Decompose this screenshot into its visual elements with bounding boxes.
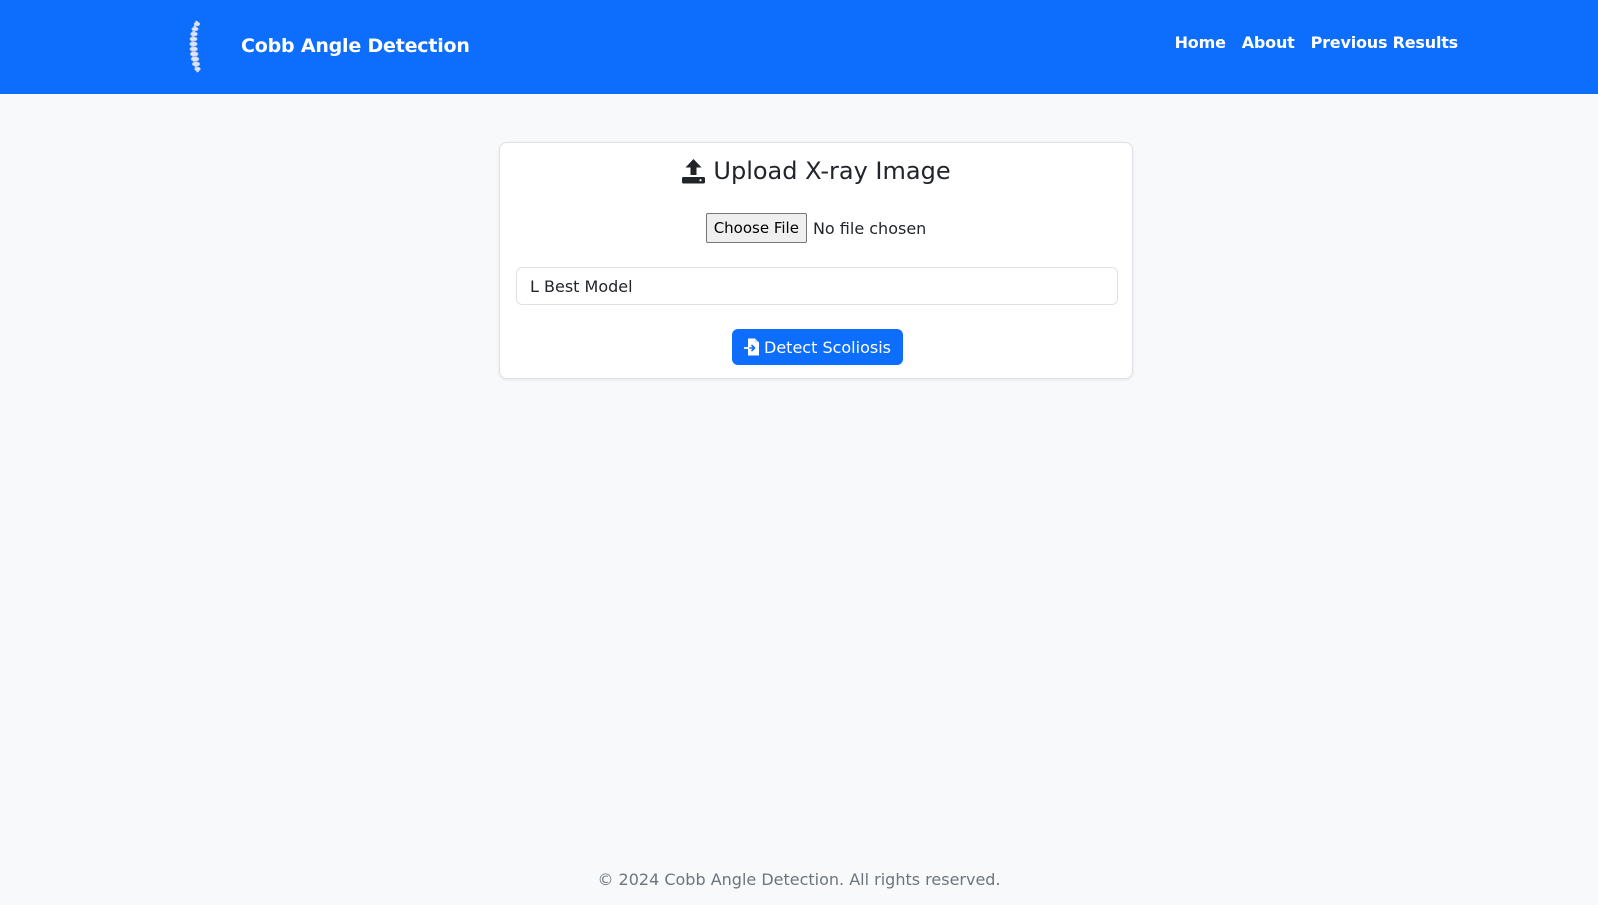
footer: © 2024 Cobb Angle Detection. All rights … [0,870,1598,889]
file-import-icon [744,338,759,356]
upload-card-title-text: Upload X-ray Image [713,157,951,185]
nav-link-previous-results[interactable]: Previous Results [1311,33,1459,52]
footer-copyright: © 2024 Cobb Angle Detection. All rights … [597,870,1001,889]
detect-scoliosis-button[interactable]: Detect Scoliosis [732,329,903,365]
navbar: Cobb Angle Detection Home About Previous… [0,0,1598,94]
model-select[interactable]: L Best Model [516,267,1118,305]
spine-icon [189,20,201,73]
nav-links: Home About Previous Results [1175,33,1459,52]
upload-card: Upload X-ray Image Choose File No file c… [499,142,1133,379]
nav-link-home[interactable]: Home [1175,33,1226,52]
file-status-text: No file chosen [812,218,927,238]
detect-scoliosis-label: Detect Scoliosis [764,337,891,357]
upload-icon [682,159,706,184]
model-select-value: L Best Model [530,276,633,296]
brand-name: Cobb Angle Detection [241,35,470,57]
brand-link[interactable]: Cobb Angle Detection [185,18,470,74]
choose-file-button[interactable]: Choose File [705,213,807,243]
file-input: Choose File No file chosen [500,213,1132,243]
upload-card-title: Upload X-ray Image [500,157,1132,185]
nav-link-about[interactable]: About [1242,33,1295,52]
